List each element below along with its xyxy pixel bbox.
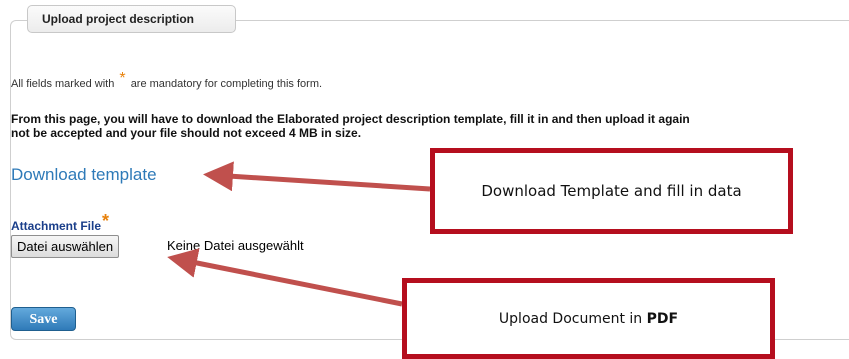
- required-star-icon: *: [119, 70, 126, 87]
- instructions-line-1: From this page, you will have to downloa…: [11, 112, 690, 126]
- mandatory-note-suffix: are mandatory for completing this form.: [130, 78, 323, 90]
- callout-upload-pdf: Upload Document in PDF: [402, 278, 775, 359]
- file-status-text: Keine Datei ausgewählt: [167, 238, 304, 253]
- callout-download-template: Download Template and fill in data: [430, 148, 793, 234]
- download-template-link[interactable]: Download template: [11, 165, 157, 185]
- save-button[interactable]: Save: [11, 307, 76, 331]
- instructions-text: From this page, you will have to downloa…: [11, 112, 849, 140]
- callout-upload-pdf-bold: PDF: [646, 310, 679, 327]
- callout-download-text: Download Template and fill in data: [481, 182, 742, 200]
- instructions-line-2: not be accepted and your file should not…: [11, 126, 362, 140]
- required-star-icon: *: [102, 211, 110, 231]
- callout-upload-text: Upload Document in: [498, 310, 643, 327]
- mandatory-note-prefix: All fields marked with: [11, 78, 115, 90]
- mandatory-note: All fields marked with * are mandatory f…: [11, 70, 322, 90]
- attachment-file-label: Attachment File*: [11, 211, 110, 233]
- choose-file-button[interactable]: Datei auswählen: [11, 235, 120, 258]
- fieldset-legend: Upload project description: [27, 5, 236, 33]
- attachment-label-text: Attachment File: [11, 219, 102, 233]
